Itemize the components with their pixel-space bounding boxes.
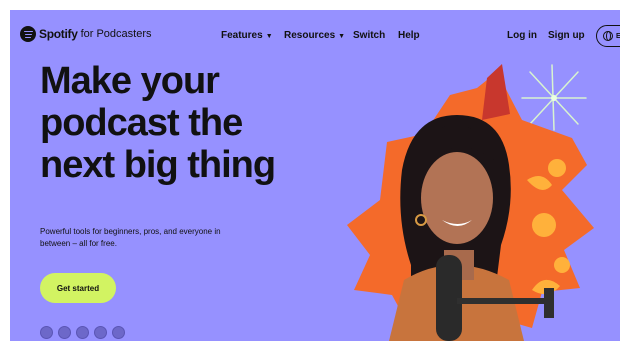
headline-line-2: podcast the bbox=[40, 102, 243, 144]
platform-icons bbox=[40, 326, 130, 339]
starburst-red-point bbox=[482, 64, 510, 120]
amazon-music-icon bbox=[94, 326, 107, 339]
login-link[interactable]: Log in bbox=[507, 30, 537, 41]
google-podcasts-icon bbox=[76, 326, 89, 339]
chevron-down-icon: ▼ bbox=[265, 33, 273, 40]
nav-help[interactable]: Help bbox=[398, 30, 420, 41]
language-selector[interactable]: EN bbox=[596, 25, 620, 47]
sparkle-icon bbox=[521, 64, 587, 131]
signup-link[interactable]: Sign up bbox=[548, 30, 585, 41]
logo-brand-text: Spotify bbox=[39, 27, 78, 41]
chevron-down-icon: ▼ bbox=[338, 33, 346, 40]
hero-subcopy: Powerful tools for beginners, pros, and … bbox=[40, 227, 221, 248]
spotify-icon bbox=[40, 326, 53, 339]
page-title: Make your podcast the next big thing bbox=[40, 60, 320, 186]
nav-resources[interactable]: Resources ▼ bbox=[284, 30, 345, 41]
hero-illustration bbox=[347, 64, 594, 341]
apple-podcasts-icon bbox=[58, 326, 71, 339]
globe-icon bbox=[603, 31, 613, 41]
spotify-for-podcasters-logo[interactable]: Spotify for Podcasters bbox=[20, 26, 152, 42]
overcast-icon bbox=[112, 326, 125, 339]
nav-resources-label: Resources bbox=[284, 30, 336, 41]
nav-features[interactable]: Features ▼ bbox=[221, 30, 273, 41]
headline-line-1: Make your bbox=[40, 60, 220, 102]
page-frame: Spotify for Podcasters Features ▼ Resourc… bbox=[10, 10, 620, 341]
headline-line-3: next big thing bbox=[40, 144, 276, 186]
nav-features-label: Features bbox=[221, 30, 263, 41]
language-label: EN bbox=[616, 32, 620, 40]
nav-switch[interactable]: Switch bbox=[353, 30, 385, 41]
get-started-button[interactable]: Get started bbox=[40, 273, 116, 303]
spotify-icon bbox=[20, 26, 36, 42]
logo-suffix-text: for Podcasters bbox=[80, 28, 152, 40]
